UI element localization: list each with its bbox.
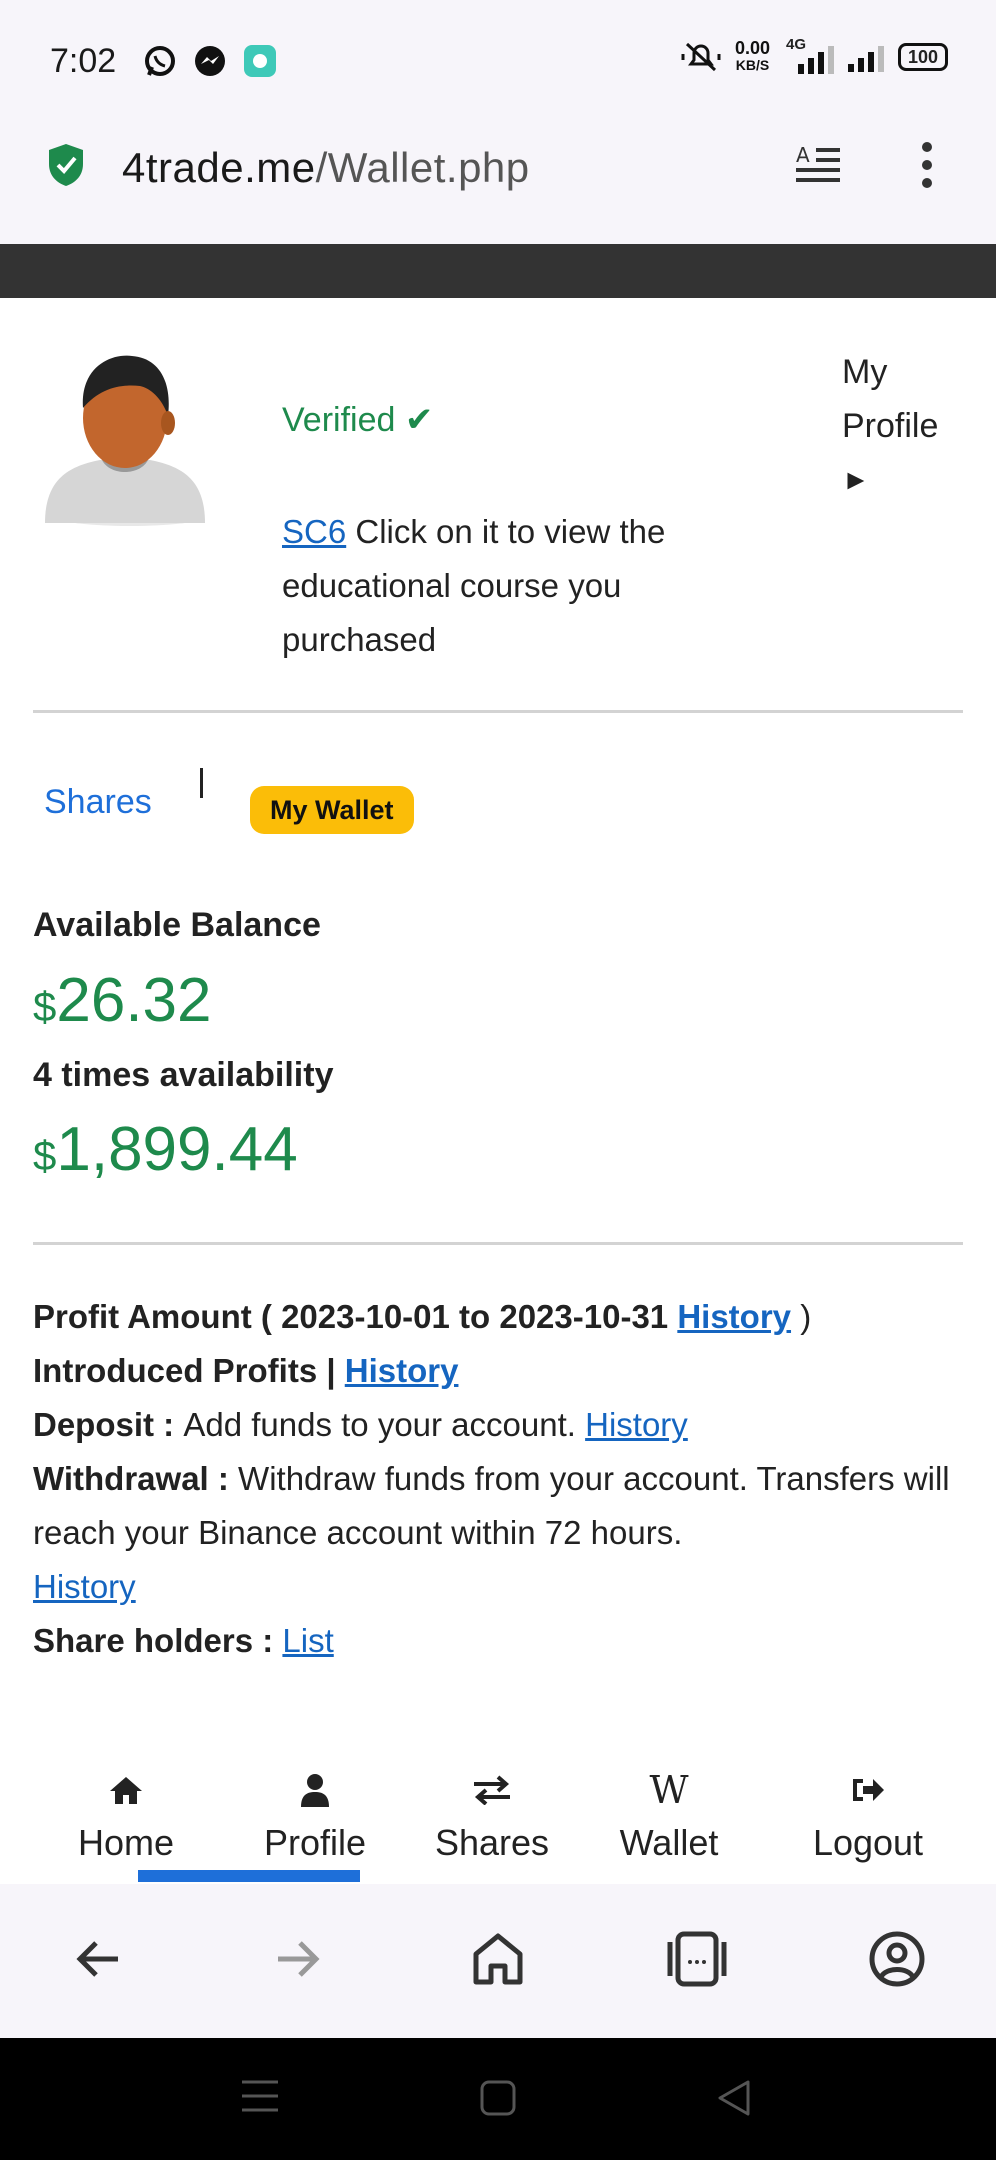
status-system-icons: 0.00 KB/S 4G 100 (681, 36, 948, 74)
secure-shield-icon[interactable] (46, 142, 86, 188)
svg-text:A: A (796, 143, 810, 167)
deposit-label: Deposit : (33, 1406, 184, 1443)
course-info: SC6 Click on it to view the educational … (282, 505, 722, 667)
status-bar: 7:02 0.00 KB/S 4G 100 (0, 0, 996, 120)
nav-logout[interactable]: Logout (788, 1770, 948, 1864)
deposit-line: Deposit : Add funds to your account. His… (33, 1398, 973, 1452)
wallet-info: Profit Amount ( 2023-10-01 to 2023-10-31… (33, 1290, 973, 1668)
recent-apps-icon[interactable] (240, 2078, 280, 2114)
avatar (45, 355, 205, 526)
url-path: /Wallet.php (315, 144, 530, 191)
nav-shares[interactable]: Shares (412, 1770, 572, 1864)
system-navigation-bar (0, 2038, 996, 2160)
forward-arrow-icon[interactable] (262, 1924, 332, 1994)
nav-shares-label: Shares (434, 1822, 550, 1863)
times-availability-label: 4 times availability (33, 1056, 334, 1094)
profit-suffix: ) (791, 1298, 812, 1335)
network-speed-unit: KB/S (735, 57, 770, 73)
withdrawal-label: Withdrawal : (33, 1460, 239, 1497)
signal-strength-icon (848, 42, 884, 72)
tab-shares[interactable]: Shares (44, 783, 152, 822)
introduced-history-link[interactable]: History (345, 1352, 459, 1389)
introduced-profits-label: Introduced Profits | (33, 1352, 345, 1389)
currency-symbol: $ (33, 983, 57, 1030)
shareholders-list-link[interactable]: List (282, 1622, 333, 1659)
nav-profile-label: Profile (263, 1822, 367, 1863)
home-icon[interactable] (463, 1924, 533, 1994)
url-text[interactable]: 4trade.me/Wallet.php (122, 144, 530, 192)
site-header-strip (0, 244, 996, 298)
user-icon (235, 1770, 395, 1810)
home-icon (46, 1770, 206, 1810)
url-host: 4trade.me (122, 144, 316, 191)
account-icon[interactable] (862, 1924, 932, 1994)
available-balance-amount: $26.32 (33, 965, 212, 1036)
app-notification-icon (244, 45, 276, 77)
battery-icon: 100 (898, 43, 948, 71)
shareholders-label: Share holders : (33, 1622, 283, 1659)
course-link[interactable]: SC6 (282, 513, 346, 550)
arrow-right-icon: ► (842, 464, 870, 495)
whatsapp-icon (145, 46, 175, 76)
shareholders-line: Share holders : List (33, 1614, 973, 1668)
my-profile-link[interactable]: My Profile ► (842, 345, 962, 507)
available-balance-value: 26.32 (56, 966, 212, 1035)
nav-profile[interactable]: Profile (235, 1770, 395, 1864)
divider (33, 710, 963, 713)
deposit-text: Add funds to your account. (183, 1406, 586, 1443)
times-availability-value: 1,899.44 (56, 1115, 298, 1184)
status-notification-icons (143, 44, 277, 78)
profit-history-link[interactable]: History (677, 1298, 791, 1335)
active-nav-indicator (138, 1870, 360, 1882)
sign-out-icon (788, 1770, 948, 1810)
nav-wallet[interactable]: W Wallet (589, 1768, 749, 1864)
reader-mode-icon[interactable]: A (794, 142, 844, 188)
currency-symbol: $ (33, 1132, 57, 1179)
site-bottom-nav: Home Profile Shares W Wallet Logout (0, 1716, 996, 1884)
nav-wallet-label: Wallet (619, 1822, 719, 1863)
back-arrow-icon[interactable] (64, 1924, 134, 1994)
status-time: 7:02 (50, 42, 117, 80)
mute-bell-icon (681, 42, 721, 72)
profit-amount-line: Profit Amount ( 2023-10-01 to 2023-10-31… (33, 1290, 973, 1344)
my-profile-label: My Profile (842, 353, 939, 445)
divider (33, 1242, 963, 1245)
available-balance-label: Available Balance (33, 906, 321, 944)
verified-status: Verified ✔ (282, 401, 434, 439)
browser-address-bar: 4trade.me/Wallet.php A (0, 120, 996, 244)
tabs-icon[interactable] (662, 1924, 732, 1994)
network-speed-value: 0.00 (734, 38, 770, 58)
nav-home[interactable]: Home (46, 1770, 206, 1864)
withdrawal-line: Withdrawal : Withdraw funds from your ac… (33, 1452, 973, 1614)
signal-4g-icon: 4G (784, 36, 834, 74)
tab-my-wallet[interactable]: My Wallet (250, 786, 414, 834)
messenger-icon (195, 46, 225, 76)
overflow-menu-icon[interactable] (920, 142, 934, 188)
wikipedia-w-icon: W (649, 1768, 689, 1812)
nav-home-label: Home (77, 1822, 175, 1863)
home-square-icon[interactable] (478, 2078, 518, 2118)
network-speed: 0.00 KB/S (734, 38, 770, 74)
withdrawal-history-link[interactable]: History (33, 1568, 136, 1605)
back-triangle-icon[interactable] (714, 2078, 754, 2118)
profit-amount-label: Profit Amount ( 2023-10-01 to 2023-10-31 (33, 1298, 678, 1335)
tab-separator (200, 768, 203, 798)
browser-bottom-bar (0, 1884, 996, 2038)
deposit-history-link[interactable]: History (585, 1406, 688, 1443)
exchange-icon (412, 1770, 572, 1810)
nav-logout-label: Logout (812, 1822, 924, 1863)
times-availability-amount: $1,899.44 (33, 1114, 298, 1185)
introduced-profits-line: Introduced Profits | History (33, 1344, 973, 1398)
